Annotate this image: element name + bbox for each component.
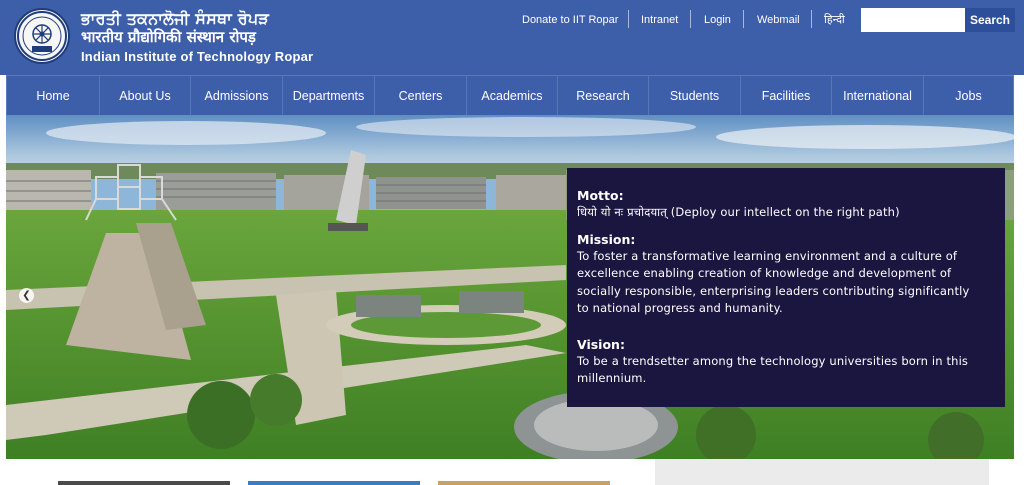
institute-name: ਭਾਰਤੀ ਤਕਨਾਲੋਜੀ ਸੰਸਥਾ ਰੋਪੜ भारतीय प्रौद्य…	[81, 9, 313, 66]
vision-line: millennium.	[577, 371, 647, 385]
nav-item-facilities[interactable]: Facilities	[741, 76, 832, 116]
top-link-hindi[interactable]: हिन्दी	[824, 12, 845, 28]
nav-item-centers[interactable]: Centers	[375, 76, 467, 116]
main-nav: Home About Us Admissions Departments Cen…	[6, 75, 1014, 116]
top-link-divider	[690, 10, 691, 28]
nav-item-home[interactable]: Home	[7, 76, 100, 116]
nav-item-international[interactable]: International	[832, 76, 924, 116]
institute-name-hindi: भारतीय प्रौद्योगिकी संस्थान रोपड़	[81, 28, 256, 46]
nav-item-about-us[interactable]: About Us	[100, 76, 191, 116]
institute-name-english: Indian Institute of Technology Ropar	[81, 49, 314, 64]
top-link-divider	[811, 10, 812, 28]
motto-mission-vision-box: Motto: धियो यो नः प्रचोदयात् (Deploy our…	[567, 168, 1005, 407]
news-thumbnail[interactable]	[58, 481, 230, 485]
top-link-intranet[interactable]: Intranet	[641, 12, 678, 28]
nav-item-admissions[interactable]: Admissions	[191, 76, 283, 116]
mission-line: excellence enabling creation of knowledg…	[577, 266, 952, 280]
chevron-left-icon: ❮	[22, 290, 31, 301]
logo-emblem-icon	[17, 11, 67, 61]
nav-item-jobs[interactable]: Jobs	[924, 76, 1013, 116]
top-link-donate-label[interactable]: Donate to IIT Ropar	[522, 12, 618, 28]
mission-line: To foster a transformative learning envi…	[577, 248, 958, 263]
top-link-divider	[628, 10, 629, 28]
nav-item-academics[interactable]: Academics	[467, 76, 558, 116]
motto-heading: Motto:	[577, 188, 624, 203]
news-thumbnail[interactable]	[248, 481, 420, 485]
announcements-panel	[655, 459, 989, 485]
news-thumbnail[interactable]	[438, 481, 610, 485]
top-link-hindi-label[interactable]: हिन्दी	[824, 12, 845, 28]
top-link-login[interactable]: Login	[704, 12, 731, 28]
top-link-webmail-label[interactable]: Webmail	[757, 12, 800, 28]
search-input[interactable]	[861, 8, 965, 32]
nav-item-departments[interactable]: Departments	[283, 76, 375, 116]
top-link-intranet-label[interactable]: Intranet	[641, 12, 678, 28]
mission-heading: Mission:	[577, 231, 636, 247]
mission-line: to national progress and humanity.	[577, 301, 783, 315]
page: ਭਾਰਤੀ ਤਕਨਾਲੋਜੀ ਸੰਸਥਾ ਰੋਪੜ भारतीय प्रौद्य…	[0, 0, 1024, 485]
vision-heading: Vision:	[577, 336, 625, 352]
search-button[interactable]: Search	[965, 8, 1015, 32]
top-link-login-label[interactable]: Login	[704, 12, 731, 28]
institute-logo[interactable]	[14, 8, 70, 64]
mission-line: socially responsible, enterprising leade…	[577, 283, 970, 298]
content-strip	[0, 459, 1024, 485]
vision-line: To be a trendsetter among the technology…	[577, 353, 969, 368]
top-link-donate[interactable]: Donate to IIT Ropar	[522, 12, 618, 28]
site-header: ਭਾਰਤੀ ਤਕਨਾਲੋਜੀ ਸੰਸਥਾ ਰੋਪੜ भारतीय प्रौद्य…	[0, 0, 1024, 75]
top-link-webmail[interactable]: Webmail	[757, 12, 800, 28]
institute-name-punjabi: ਭਾਰਤੀ ਤਕਨਾਲੋਜੀ ਸੰਸਥਾ ਰੋਪੜ	[81, 9, 269, 28]
nav-item-research[interactable]: Research	[558, 76, 649, 116]
slider-prev-button[interactable]: ❮	[19, 288, 34, 303]
top-link-divider	[743, 10, 744, 28]
nav-item-students[interactable]: Students	[649, 76, 741, 116]
motto-text: धियो यो नः प्रचोदयात् (Deploy our intell…	[577, 205, 900, 219]
